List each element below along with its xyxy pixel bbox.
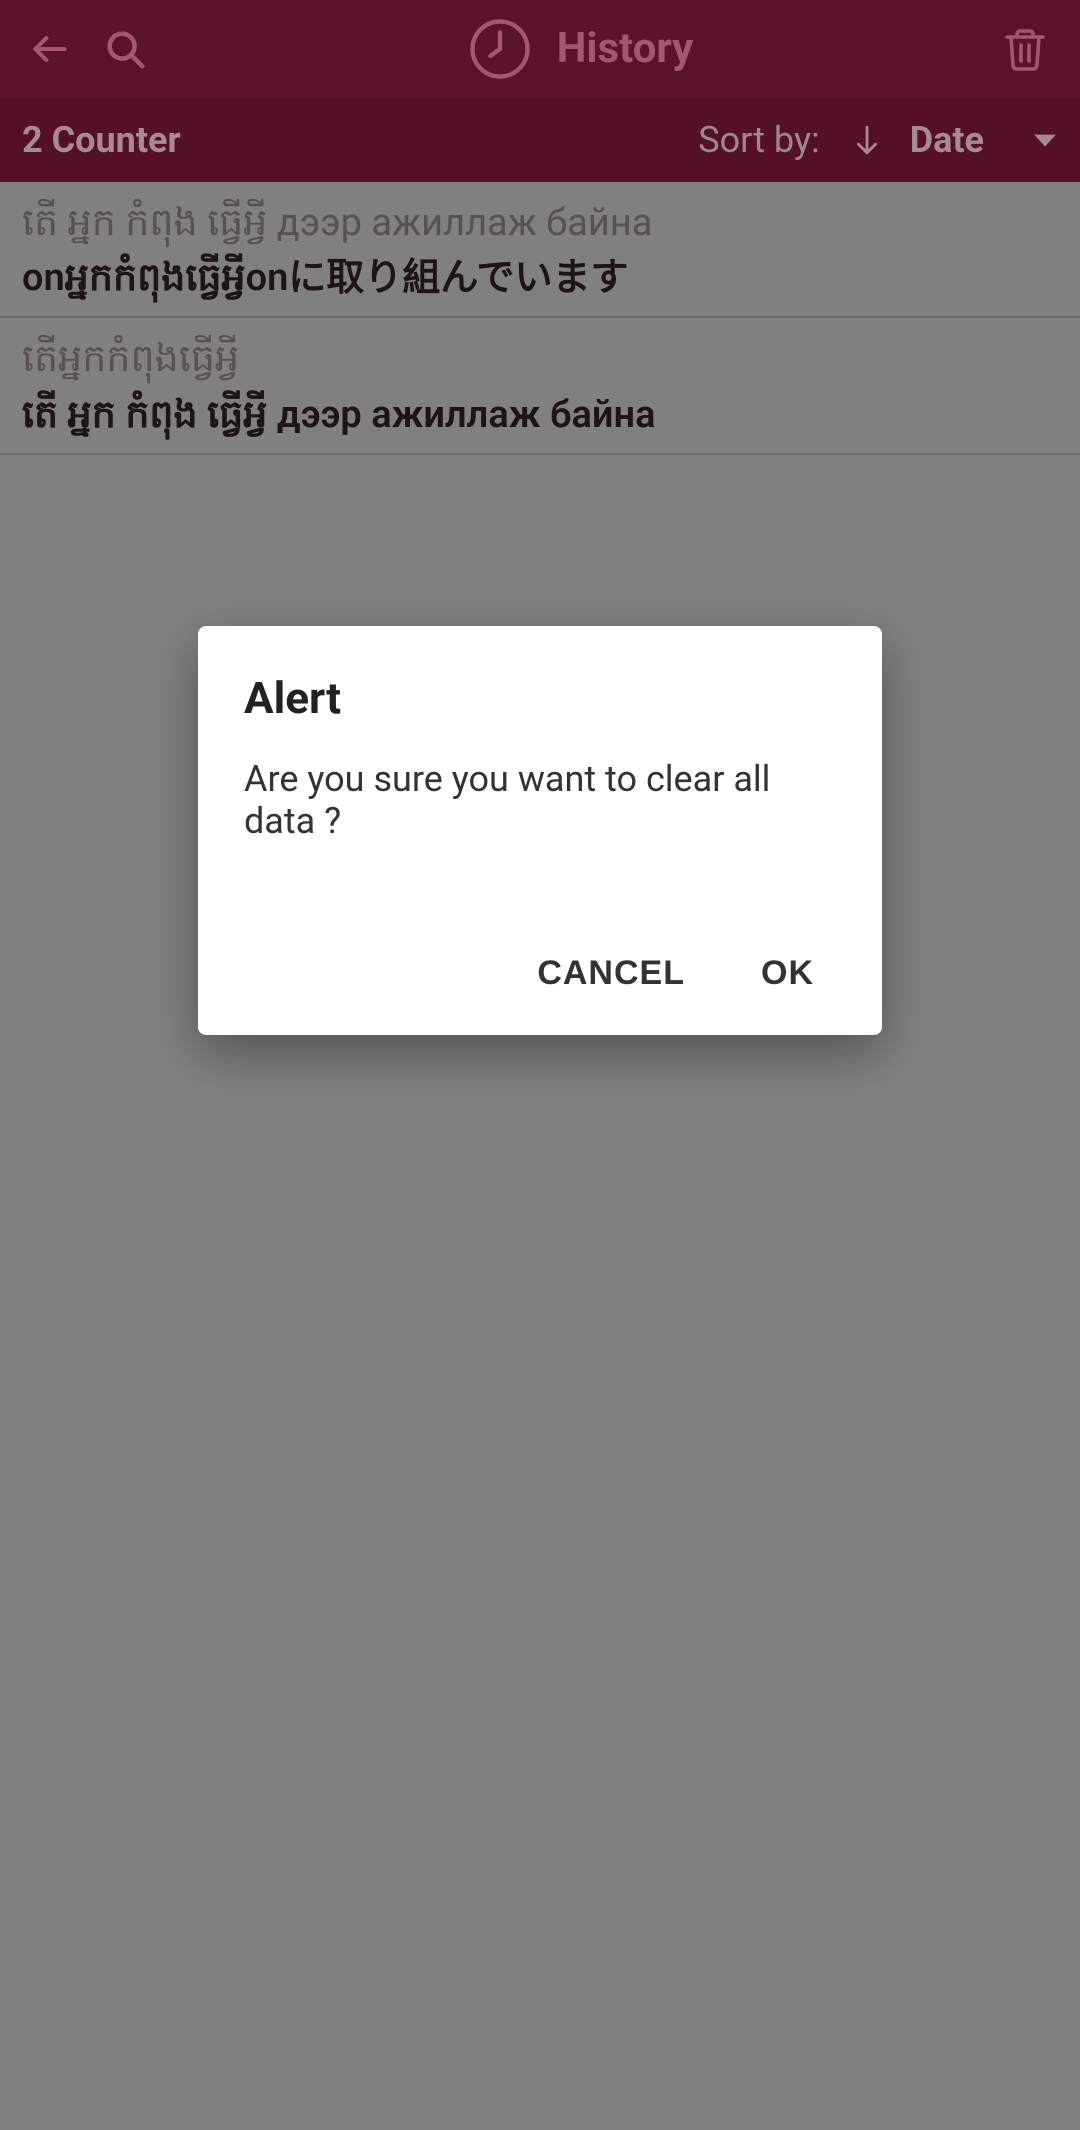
ok-button[interactable]: OK (751, 940, 824, 1007)
dialog-message: Are you sure you want to clear all data … (244, 758, 836, 842)
alert-dialog: Alert Are you sure you want to clear all… (198, 626, 882, 1035)
cancel-button[interactable]: CANCEL (527, 940, 695, 1007)
modal-overlay[interactable]: Alert Are you sure you want to clear all… (0, 0, 1080, 2130)
dialog-title: Alert (244, 672, 836, 724)
